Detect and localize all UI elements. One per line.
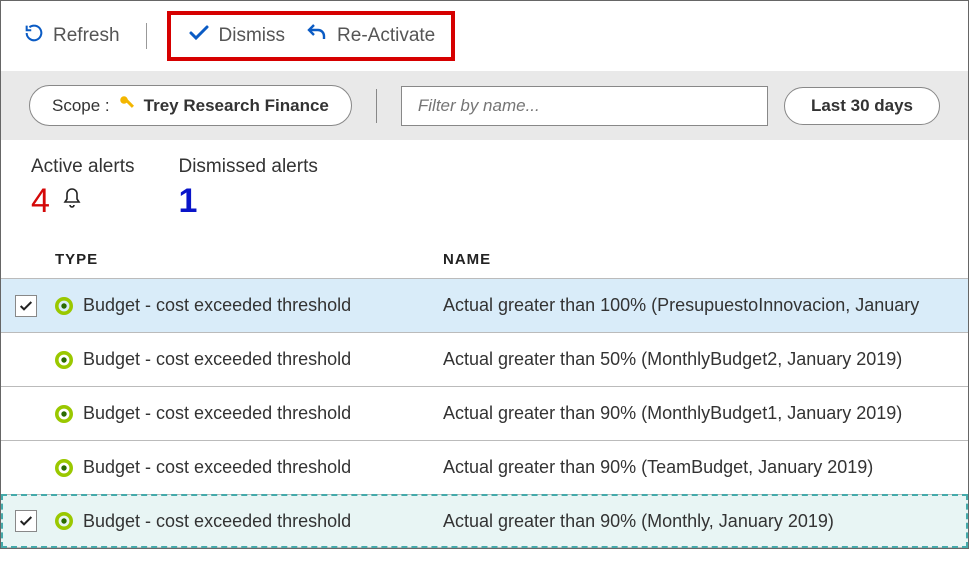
name-cell: Actual greater than 90% (TeamBudget, Jan… [443,457,968,478]
action-highlight: Dismiss Re-Activate [167,11,456,61]
bell-icon [60,182,84,221]
table-row[interactable]: Budget - cost exceeded threshold Actual g… [1,278,968,332]
budget-icon [55,297,73,315]
row-checkbox[interactable] [15,510,37,532]
type-text: Budget - cost exceeded threshold [83,457,351,478]
type-cell: Budget - cost exceeded threshold [55,295,443,316]
reactivate-label: Re-Activate [337,25,435,47]
type-cell: Budget - cost exceeded threshold [55,511,443,532]
table-row[interactable]: Budget - cost exceeded threshold Actual g… [1,440,968,494]
time-range-selector[interactable]: Last 30 days [784,87,940,125]
name-cell: Actual greater than 50% (MonthlyBudget2,… [443,349,968,370]
active-alerts-counter: Active alerts 4 [31,156,134,221]
name-cell: Actual greater than 90% (MonthlyBudget1,… [443,403,968,424]
dismiss-button[interactable]: Dismiss [181,19,292,53]
type-text: Budget - cost exceeded threshold [83,511,351,532]
table-headers: TYPE NAME [1,229,968,278]
budget-icon [55,459,73,477]
dismissed-alerts-count: 1 [178,182,197,221]
scope-prefix: Scope : [52,96,110,116]
toolbar: Refresh Dismiss Re-Activate [1,1,968,71]
table-row[interactable]: Budget - cost exceeded threshold Actual g… [1,332,968,386]
type-cell: Budget - cost exceeded threshold [55,457,443,478]
undo-icon [305,21,329,51]
table-row[interactable]: Budget - cost exceeded threshold Actual g… [1,494,968,548]
dismiss-label: Dismiss [219,25,286,47]
reactivate-button[interactable]: Re-Activate [299,19,441,53]
dismissed-alerts-counter: Dismissed alerts 1 [178,156,317,221]
alert-counters: Active alerts 4 Dismissed alerts 1 [1,140,968,229]
alerts-table: Budget - cost exceeded threshold Actual g… [1,278,968,548]
active-alerts-label: Active alerts [31,156,134,178]
toolbar-separator [146,23,147,49]
active-alerts-count: 4 [31,182,50,221]
type-text: Budget - cost exceeded threshold [83,349,351,370]
filter-bar: Scope : Trey Research Finance Last 30 da… [1,71,968,140]
budget-icon [55,405,73,423]
checkmark-icon [187,21,211,51]
refresh-icon [23,22,45,50]
table-row[interactable]: Budget - cost exceeded threshold Actual g… [1,386,968,440]
header-name[interactable]: NAME [443,251,968,268]
type-text: Budget - cost exceeded threshold [83,403,351,424]
header-type[interactable]: TYPE [55,251,443,268]
name-cell: Actual greater than 90% (Monthly, Januar… [443,511,968,532]
dismissed-alerts-label: Dismissed alerts [178,156,317,178]
budget-icon [55,351,73,369]
scope-selector[interactable]: Scope : Trey Research Finance [29,85,352,126]
filter-input[interactable] [401,86,768,126]
budget-icon [55,512,73,530]
scope-name: Trey Research Finance [144,96,329,116]
type-cell: Budget - cost exceeded threshold [55,349,443,370]
key-icon [118,94,136,117]
type-text: Budget - cost exceeded threshold [83,295,351,316]
refresh-label: Refresh [53,25,120,47]
refresh-button[interactable]: Refresh [17,20,126,52]
filter-separator [376,89,377,123]
type-cell: Budget - cost exceeded threshold [55,403,443,424]
row-checkbox[interactable] [15,295,37,317]
name-cell: Actual greater than 100% (PresupuestoInn… [443,295,968,316]
